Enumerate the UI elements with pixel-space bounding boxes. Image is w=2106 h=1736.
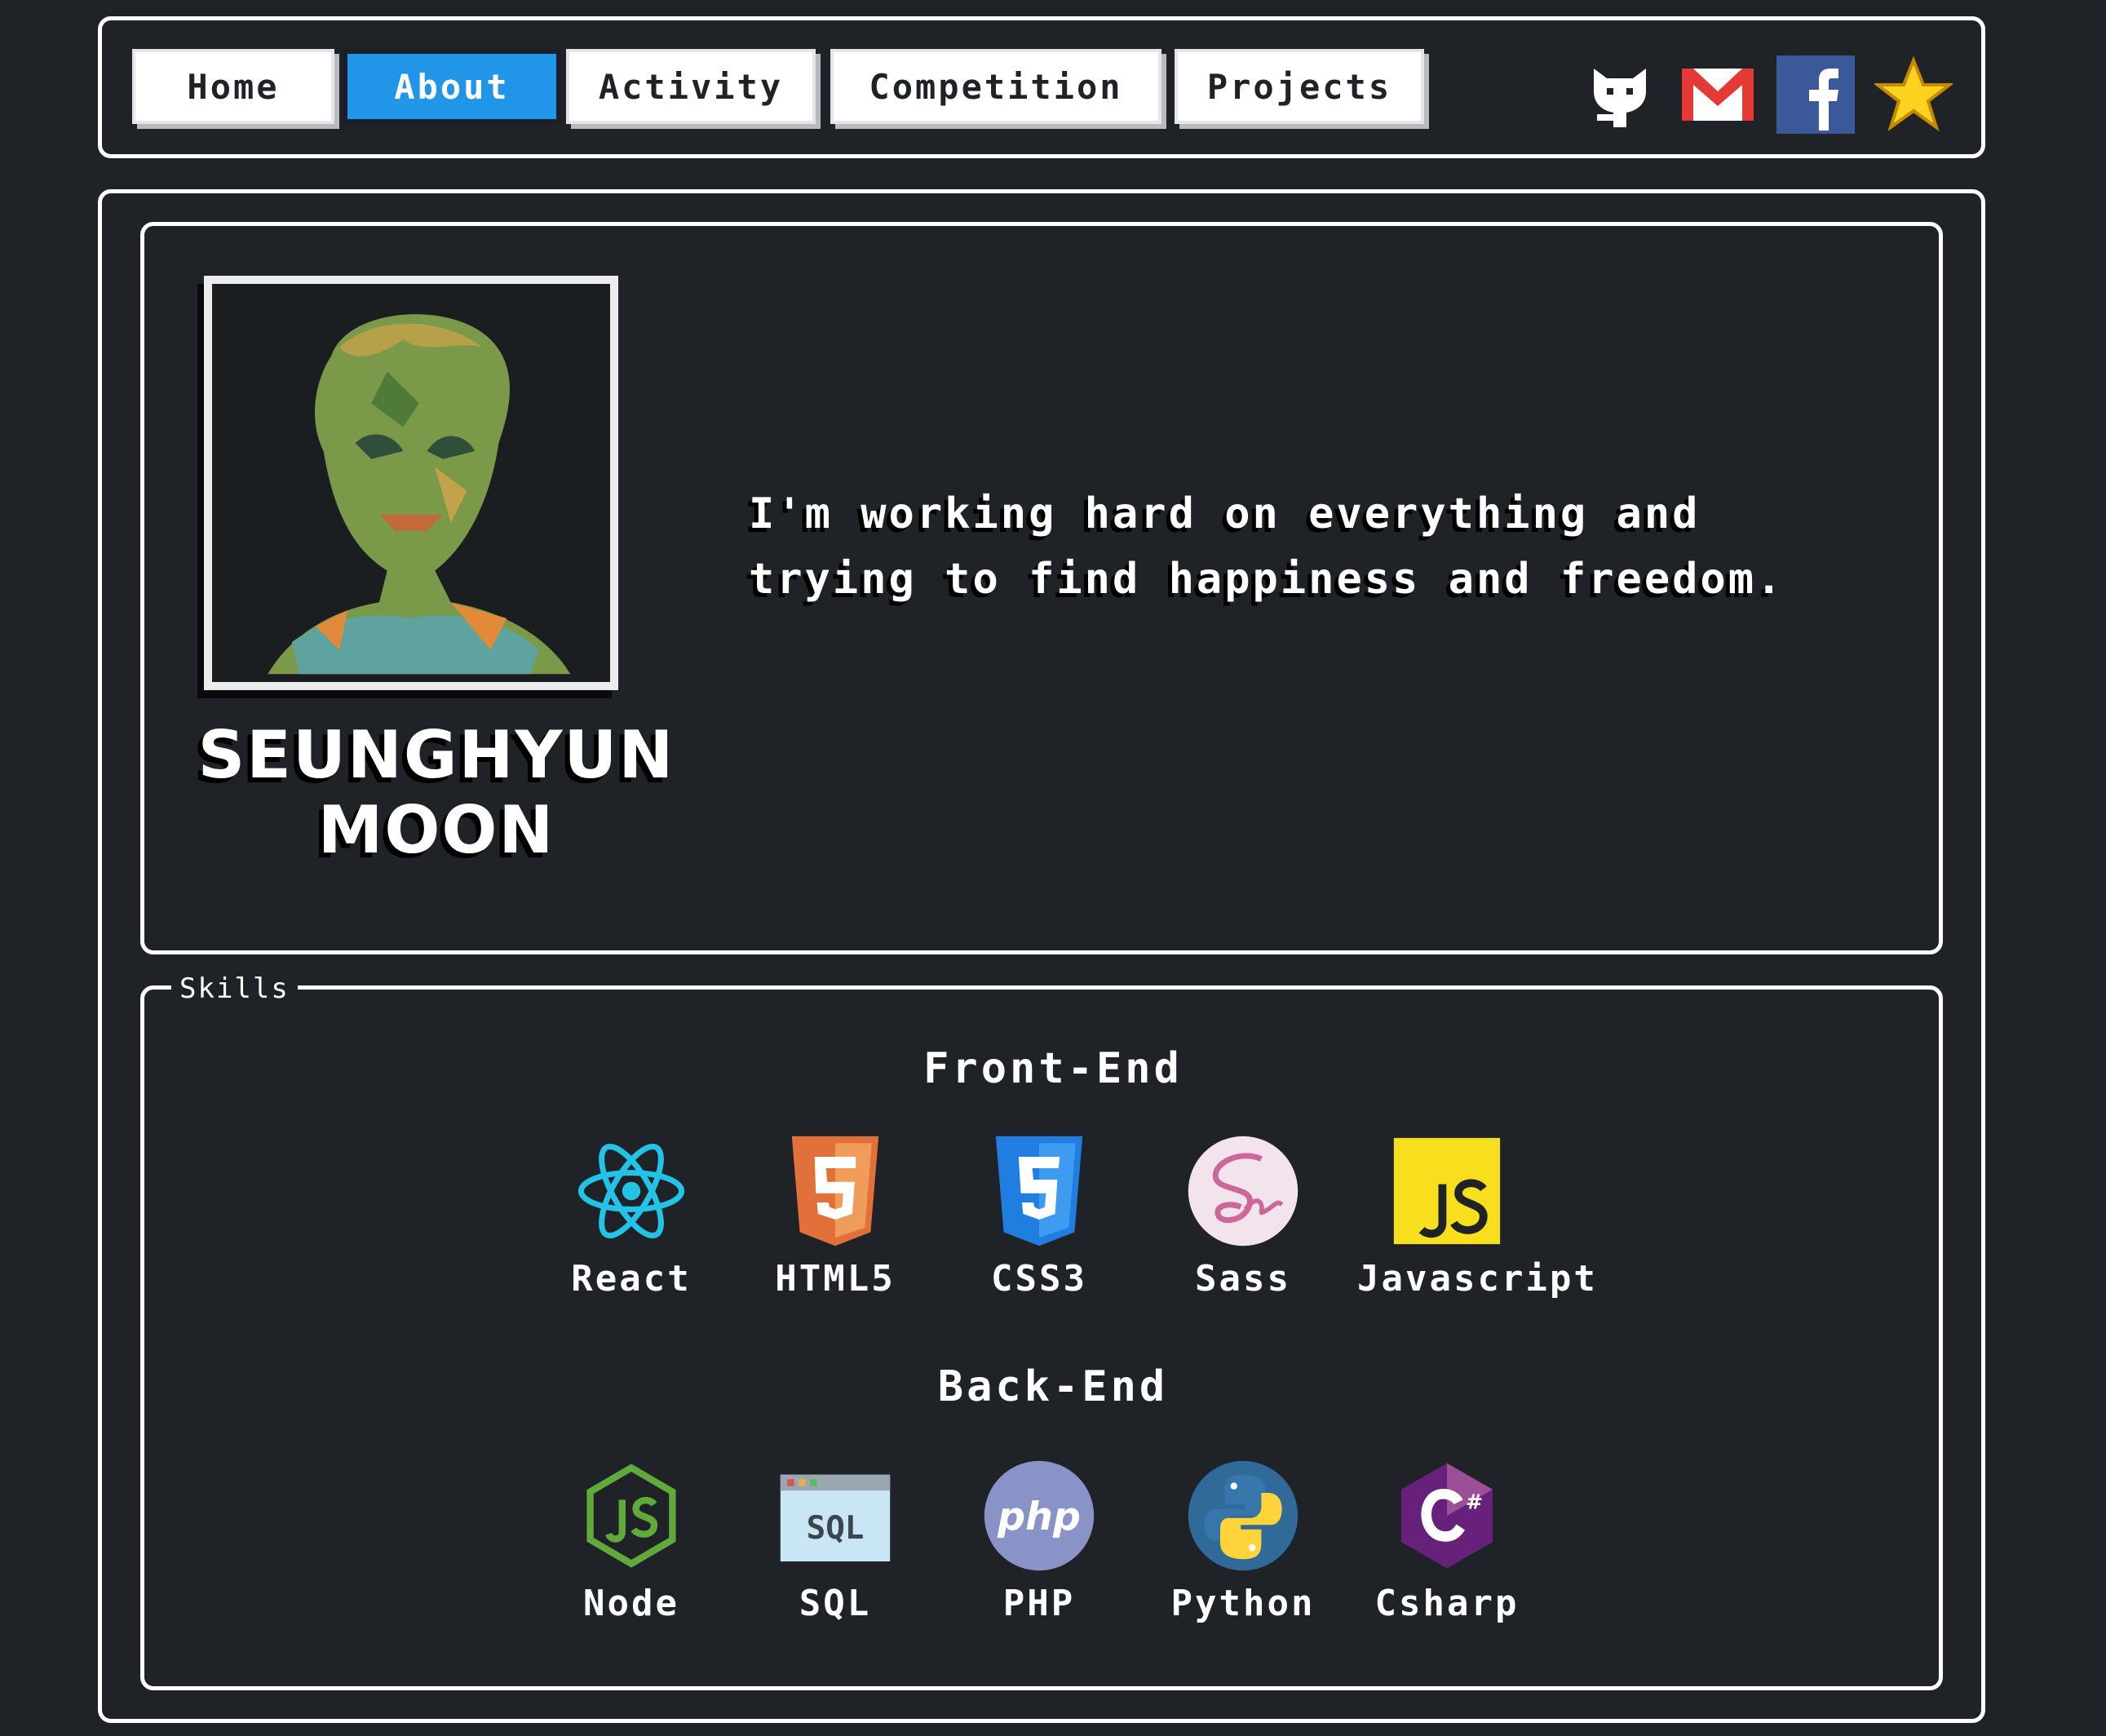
python-icon [1188,1460,1299,1571]
nav-about-button[interactable]: About [343,49,561,124]
gmail-icon[interactable] [1679,55,1757,134]
csharp-icon-text: # [1466,1490,1483,1514]
nav-projects-button[interactable]: Projects [1175,49,1424,124]
skill-react: React [542,1134,721,1300]
skill-python: Python [1153,1459,1333,1624]
skills-legend: Skills [171,972,298,1005]
skill-csharp: # Csharp [1357,1459,1537,1624]
nodejs-icon [586,1464,676,1568]
profile-name: SEUNGHYUN MOON [179,718,693,868]
github-icon[interactable] [1581,55,1659,134]
skill-sql: SQL SQL [746,1459,925,1624]
skill-label: SQL [799,1583,872,1624]
react-icon [577,1143,685,1239]
skill-css3: CSS3 [949,1134,1129,1300]
skill-label: CSS3 [991,1258,1087,1300]
skill-label: HTML5 [775,1258,896,1300]
sass-icon [1188,1136,1299,1247]
php-icon-text: php [997,1495,1081,1539]
skill-html5: HTML5 [746,1134,925,1300]
skill-label: Python [1170,1583,1316,1624]
frontend-title: Front-End [923,1044,1183,1093]
skill-javascript: Javascript [1357,1134,1598,1300]
facebook-icon[interactable] [1776,55,1855,134]
php-icon: php [984,1460,1095,1571]
html5-icon [791,1136,879,1247]
skill-label: React [571,1258,692,1300]
skill-sass: Sass [1153,1134,1333,1300]
javascript-icon [1390,1134,1504,1248]
css3-icon [995,1136,1083,1247]
skill-label: Sass [1195,1258,1291,1300]
avatar [204,276,618,690]
nav-home-button[interactable]: Home [132,49,334,124]
nav-competition-button[interactable]: Competition [830,49,1161,124]
skill-node: Node [542,1459,721,1624]
skill-label: Node [583,1583,679,1624]
backend-title: Back-End [937,1362,1169,1411]
skill-php: php PHP [949,1459,1129,1624]
sql-icon-text: SQL [807,1510,865,1547]
profile-bio: I'm working hard on everything and tryin… [749,489,1785,604]
sql-icon: SQL [780,1474,891,1561]
profile-name-first: SEUNGHYUN [197,717,675,793]
star-icon[interactable] [1874,55,1953,134]
csharp-icon: # [1401,1463,1493,1569]
skill-label: Javascript [1357,1258,1598,1300]
nav-activity-button[interactable]: Activity [566,49,816,124]
profile-name-last: MOON [317,792,555,868]
skill-label: Csharp [1374,1583,1520,1624]
skill-label: PHP [1002,1583,1076,1624]
